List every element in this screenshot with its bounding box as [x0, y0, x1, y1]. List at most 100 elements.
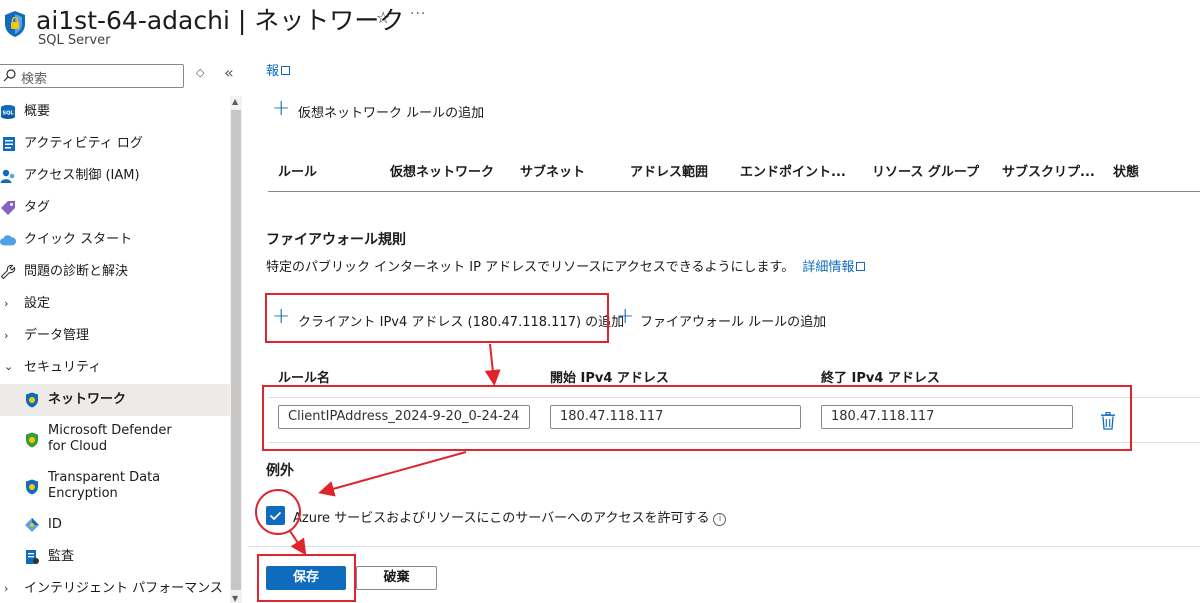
allow-azure-label: Azure サービスおよびリソースにこのサーバーへのアクセスを許可する i: [293, 507, 727, 527]
firewall-rules-heading: ファイアウォール規則: [266, 232, 406, 248]
sql-icon: SQL: [0, 104, 16, 120]
sidebar-item-label: インテリジェント パフォーマンス: [24, 581, 223, 596]
sidebar-item-tde[interactable]: Transparent Data Encryption: [0, 467, 230, 507]
sidebar-item-label: ID: [48, 517, 62, 532]
tag-icon: [0, 200, 16, 216]
sidebar-item-label: クイック スタート: [24, 232, 133, 247]
sidebar-item-label: アクセス制御 (IAM): [24, 168, 140, 183]
sidebar-item-settings[interactable]: › 設定: [0, 288, 230, 320]
sidebar-item-activity-log[interactable]: アクティビティ ログ: [0, 128, 230, 160]
resource-menu: 検索 ◇ « SQL 概要 アクティビティ ログ アクセス制御 (IAM) タグ…: [0, 56, 245, 603]
delete-icon[interactable]: [1100, 412, 1116, 430]
plus-icon: +: [616, 304, 635, 329]
external-link-icon: [281, 66, 291, 75]
footer-divider: [248, 546, 1200, 547]
sidebar-item-label-line1: Transparent Data: [48, 470, 161, 485]
search-icon: [3, 69, 16, 82]
scroll-up-icon[interactable]: ▲: [232, 97, 238, 106]
col-header-start-ip: 開始 IPv4 アドレス: [550, 371, 669, 386]
sidebar-item-label: データ管理: [24, 328, 90, 343]
allow-azure-checkbox[interactable]: [266, 506, 285, 525]
col-header-subscription: サブスクリプ...: [1002, 165, 1095, 180]
sidebar-item-tags[interactable]: タグ: [0, 192, 230, 224]
sidebar-item-defender[interactable]: Microsoft Defender for Cloud: [0, 420, 230, 460]
chevron-down-icon: ⌄: [4, 360, 14, 373]
sidebar-item-label: 設定: [24, 296, 51, 311]
page-title: ai1st-64-adachi | ネットワーク: [36, 6, 405, 35]
more-icon[interactable]: ···: [410, 6, 426, 22]
rule-name-input[interactable]: ClientIPAddress_2024-9-20_0-24-24: [278, 405, 530, 429]
learn-more-link[interactable]: 詳細情報: [802, 260, 854, 275]
chevron-right-icon: ›: [4, 582, 9, 595]
resource-type: SQL Server: [38, 33, 111, 48]
sidebar-item-label-line1: Microsoft Defender: [48, 423, 172, 438]
external-link-icon: [856, 262, 866, 271]
sidebar-item-iam[interactable]: アクセス制御 (IAM): [0, 160, 230, 192]
sidebar-item-intelligent-performance[interactable]: › インテリジェント パフォーマンス: [0, 573, 230, 603]
add-firewall-rule-button[interactable]: ファイアウォール ルールの追加: [640, 311, 826, 330]
end-ip-input[interactable]: 180.47.118.117: [821, 405, 1073, 429]
sidebar-item-label: 問題の診断と解決: [24, 264, 129, 279]
star-icon[interactable]: ☆: [376, 8, 390, 27]
sidebar-item-label: セキュリティ: [24, 360, 102, 375]
sidebar-scroll-thumb[interactable]: [231, 110, 241, 590]
discard-button[interactable]: 破棄: [356, 566, 437, 590]
sidebar-item-networking[interactable]: ネットワーク: [0, 384, 230, 416]
plus-icon: +: [272, 96, 291, 121]
sidebar-item-label-line2: for Cloud: [48, 439, 108, 454]
col-header-subnet: サブネット: [520, 165, 586, 180]
col-header-rule-name: ルール名: [278, 371, 331, 386]
add-client-ip-button[interactable]: クライアント IPv4 アドレス (180.47.118.117) の追加: [298, 311, 624, 330]
cloud-icon: [0, 232, 16, 248]
sidebar-item-quickstart[interactable]: クイック スタート: [0, 224, 230, 256]
col-header-resource-group: リソース グループ: [872, 165, 980, 180]
col-header-rule: ルール: [278, 165, 318, 180]
shield-icon: [24, 392, 40, 408]
col-header-vnet: 仮想ネットワーク: [390, 165, 495, 180]
sql-shield-icon: [5, 11, 25, 37]
sidebar-item-label: 監査: [48, 549, 75, 564]
audit-icon: [24, 549, 40, 565]
chevron-right-icon: ›: [4, 297, 9, 310]
sidebar-item-label: 概要: [24, 104, 51, 119]
main-content: 報 + 仮想ネットワーク ルールの追加 ルール 仮想ネットワーク サブネット ア…: [248, 56, 1200, 603]
collapse-menu-icon[interactable]: «: [224, 63, 234, 82]
search-input[interactable]: 検索: [0, 64, 184, 88]
add-vnet-rule-button[interactable]: 仮想ネットワーク ルールの追加: [298, 102, 484, 121]
sidebar-item-data-management[interactable]: › データ管理: [0, 320, 230, 352]
top-link[interactable]: 報: [266, 60, 291, 79]
sidebar-item-label: タグ: [24, 200, 51, 215]
sort-icon[interactable]: ◇: [196, 66, 204, 79]
sidebar-item-label: ネットワーク: [48, 392, 127, 407]
wrench-icon: [0, 264, 16, 280]
col-header-state: 状態: [1113, 165, 1140, 180]
chevron-right-icon: ›: [4, 329, 9, 342]
shield-icon: [24, 479, 40, 495]
defender-icon: [24, 432, 40, 448]
page-header: ai1st-64-adachi | ネットワーク SQL Server ☆ ··…: [0, 0, 1200, 56]
iam-icon: [0, 168, 16, 184]
sidebar-item-security[interactable]: ⌄ セキュリティ: [0, 352, 230, 384]
id-icon: [24, 517, 40, 533]
col-header-address-range: アドレス範囲: [630, 165, 709, 180]
start-ip-input[interactable]: 180.47.118.117: [550, 405, 801, 429]
sidebar-item-label: アクティビティ ログ: [24, 136, 143, 151]
exceptions-heading: 例外: [266, 463, 294, 479]
save-button[interactable]: 保存: [266, 566, 346, 590]
sidebar-item-overview[interactable]: SQL 概要: [0, 96, 230, 128]
sidebar-item-label-line2: Encryption: [48, 486, 118, 501]
checkmark-icon: [269, 511, 282, 521]
sidebar-item-identity[interactable]: ID: [0, 509, 230, 541]
col-header-end-ip: 終了 IPv4 アドレス: [821, 371, 940, 386]
activity-log-icon: [1, 136, 17, 152]
sidebar-item-diagnose[interactable]: 問題の診断と解決: [0, 256, 230, 288]
col-header-endpoint: エンドポイント...: [740, 165, 846, 180]
firewall-rules-description: 特定のパブリック インターネット IP アドレスでリソースにアクセスできるように…: [266, 256, 866, 275]
svg-text:SQL: SQL: [2, 111, 14, 117]
search-placeholder: 検索: [21, 72, 48, 87]
scroll-down-icon[interactable]: ▼: [232, 594, 238, 603]
sidebar-item-auditing[interactable]: 監査: [0, 541, 230, 573]
plus-icon: +: [272, 304, 291, 329]
table-divider: [268, 191, 1200, 192]
info-icon[interactable]: i: [713, 513, 727, 526]
